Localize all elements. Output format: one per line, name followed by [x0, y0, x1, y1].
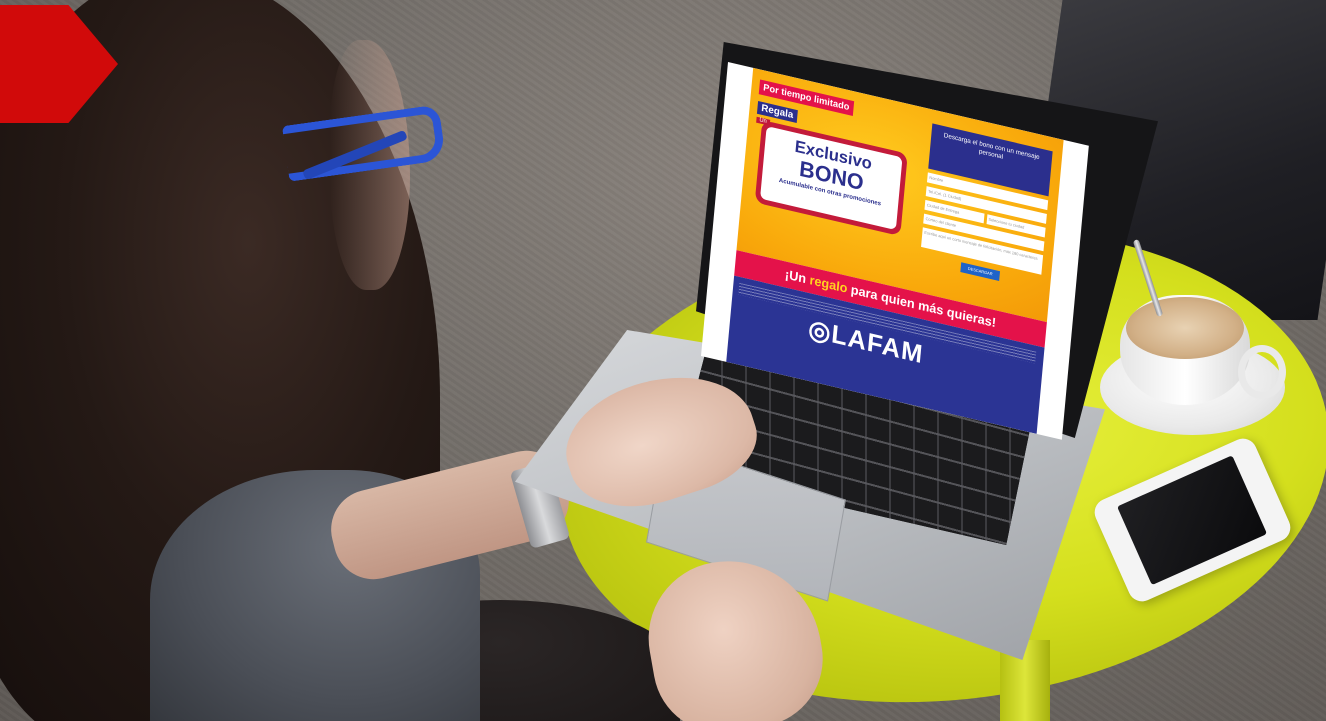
photo-scene: Por tiempo limitado Exclusivo BONO Acumu… [0, 0, 1326, 721]
download-button[interactable]: DESCARGAR [960, 262, 1001, 282]
un-badge: Un [756, 116, 770, 126]
marquee-sign: Exclusivo BONO Acumulable con otras prom… [754, 120, 908, 237]
tagline-pre: ¡Un [784, 266, 811, 287]
tagline-highlight: regalo [808, 272, 849, 296]
marquee-panel: Exclusivo BONO Acumulable con otras prom… [760, 126, 903, 231]
cup-handle [1238, 345, 1286, 399]
coffee-foam [1126, 297, 1244, 359]
